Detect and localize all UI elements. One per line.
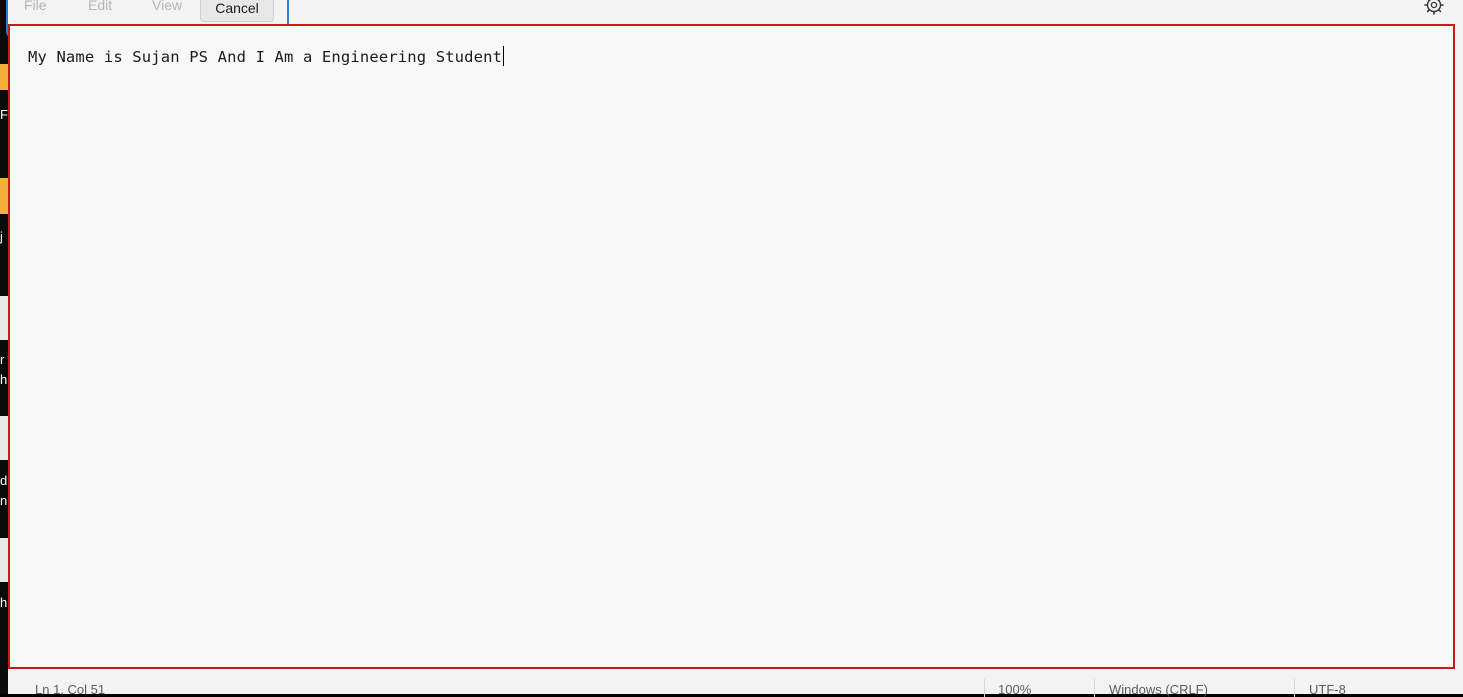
desktop-document-icon[interactable]: [0, 416, 8, 460]
line-ending[interactable]: Windows (CRLF): [1109, 682, 1208, 697]
encoding[interactable]: UTF-8: [1309, 682, 1346, 697]
gear-icon[interactable]: [1423, 0, 1445, 16]
desktop-label: j: [0, 230, 3, 244]
notepad-window: File Edit View Cancel My Name is Sujan P…: [6, 0, 1463, 697]
desktop-document-icon[interactable]: [0, 296, 8, 340]
desktop-label: r: [0, 353, 5, 367]
menu-bar: File Edit View Cancel: [6, 0, 1463, 39]
desktop-label: n: [0, 494, 8, 508]
status-divider: [1294, 679, 1295, 697]
desktop-label: d: [0, 474, 8, 488]
desktop-folder-icon[interactable]: [0, 178, 8, 214]
zoom-level[interactable]: 100%: [998, 682, 1031, 697]
text-caret: [503, 46, 505, 66]
text-editor[interactable]: My Name is Sujan PS And I Am a Engineeri…: [8, 24, 1455, 669]
status-bar: Ln 1, Col 51 100% Windows (CRLF) UTF-8: [8, 669, 1463, 697]
desktop-label: h: [0, 373, 8, 387]
cancel-button[interactable]: Cancel: [200, 0, 274, 22]
desktop-background: F j r h d n h: [0, 0, 8, 694]
status-divider: [984, 679, 985, 697]
desktop-document-icon[interactable]: [0, 538, 8, 582]
status-divider: [1094, 679, 1095, 697]
editor-content[interactable]: My Name is Sujan PS And I Am a Engineeri…: [28, 46, 505, 66]
desktop-label: h: [0, 596, 8, 610]
desktop-label: F: [0, 108, 8, 122]
desktop-folder-icon[interactable]: [0, 64, 8, 90]
editor-text-line: My Name is Sujan PS And I Am a Engineeri…: [28, 48, 503, 66]
cursor-position: Ln 1, Col 51: [35, 682, 106, 697]
